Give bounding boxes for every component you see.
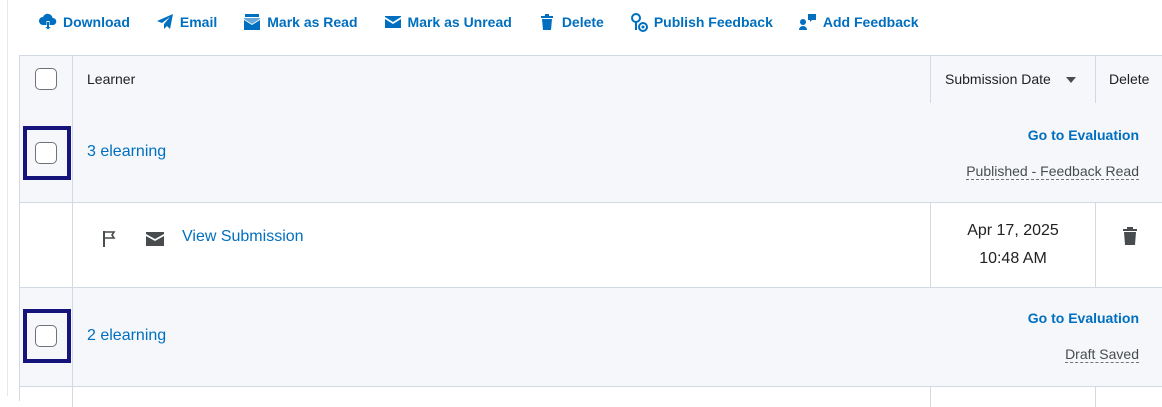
delete-label: Delete xyxy=(561,14,604,30)
flag-icon[interactable] xyxy=(102,230,116,253)
publish-feedback-icon xyxy=(629,12,649,32)
left-border xyxy=(7,0,8,396)
add-feedback-label: Add Feedback xyxy=(822,14,919,30)
submission-row: View Submission Apr 17, 2025 10:48 AM xyxy=(20,203,1162,288)
go-to-evaluation-link[interactable]: Go to Evaluation xyxy=(1028,310,1139,326)
feedback-status[interactable]: Draft Saved xyxy=(1065,346,1139,363)
submission-row xyxy=(20,387,1162,407)
go-to-evaluation-link[interactable]: Go to Evaluation xyxy=(1028,127,1139,143)
download-label: Download xyxy=(63,14,130,30)
feedback-status[interactable]: Published - Feedback Read xyxy=(966,163,1139,180)
submission-date-day: Apr 17, 2025 xyxy=(967,222,1059,239)
publish-feedback-button[interactable]: Publish Feedback xyxy=(629,12,773,32)
trash-icon xyxy=(537,12,557,32)
view-submission-link[interactable]: View Submission xyxy=(182,228,304,246)
message-envelope-icon[interactable] xyxy=(146,232,164,251)
learner-name-link[interactable]: 3 elearning xyxy=(87,143,166,161)
learner-row: 2 elearning Go to Evaluation Draft Saved xyxy=(20,288,1162,387)
table-header-row: Learner Submission Date Delete xyxy=(20,56,1162,104)
download-button[interactable]: Download xyxy=(38,12,130,32)
learner-checkbox[interactable] xyxy=(35,142,57,164)
publish-feedback-label: Publish Feedback xyxy=(653,14,773,30)
mark-as-read-button[interactable]: Mark as Read xyxy=(242,12,358,32)
email-label: Email xyxy=(179,14,218,30)
learner-row: 3 elearning Go to Evaluation Published -… xyxy=(20,103,1162,203)
sort-caret-down-icon[interactable] xyxy=(1066,77,1076,83)
select-all-checkbox[interactable] xyxy=(35,68,57,90)
download-icon xyxy=(38,12,58,32)
submission-date-time: 10:48 AM xyxy=(979,250,1047,267)
mail-open-icon xyxy=(242,12,262,32)
submission-date-column-header[interactable]: Submission Date xyxy=(945,71,1051,87)
learner-checkbox[interactable] xyxy=(35,325,57,347)
submissions-table: Learner Submission Date Delete 3 elearni… xyxy=(19,55,1162,407)
email-button[interactable]: Email xyxy=(155,12,217,32)
mail-icon xyxy=(383,12,403,32)
learner-column-header[interactable]: Learner xyxy=(87,71,135,87)
delete-submission-trash-icon[interactable] xyxy=(1122,226,1138,251)
add-feedback-button[interactable]: Add Feedback xyxy=(798,12,919,32)
add-feedback-icon xyxy=(798,12,818,32)
submission-date: Apr 17, 2025 10:48 AM xyxy=(931,217,1095,273)
action-toolbar: Download Email Mark as Read Mark as Unre… xyxy=(38,10,944,34)
delete-button[interactable]: Delete xyxy=(537,12,604,32)
mark-as-unread-label: Mark as Unread xyxy=(407,14,512,30)
delete-column-header: Delete xyxy=(1109,71,1150,87)
mark-as-read-label: Mark as Read xyxy=(267,14,358,30)
mark-as-unread-button[interactable]: Mark as Unread xyxy=(383,12,512,32)
learner-name-link[interactable]: 2 elearning xyxy=(87,327,166,345)
send-icon xyxy=(155,12,175,32)
